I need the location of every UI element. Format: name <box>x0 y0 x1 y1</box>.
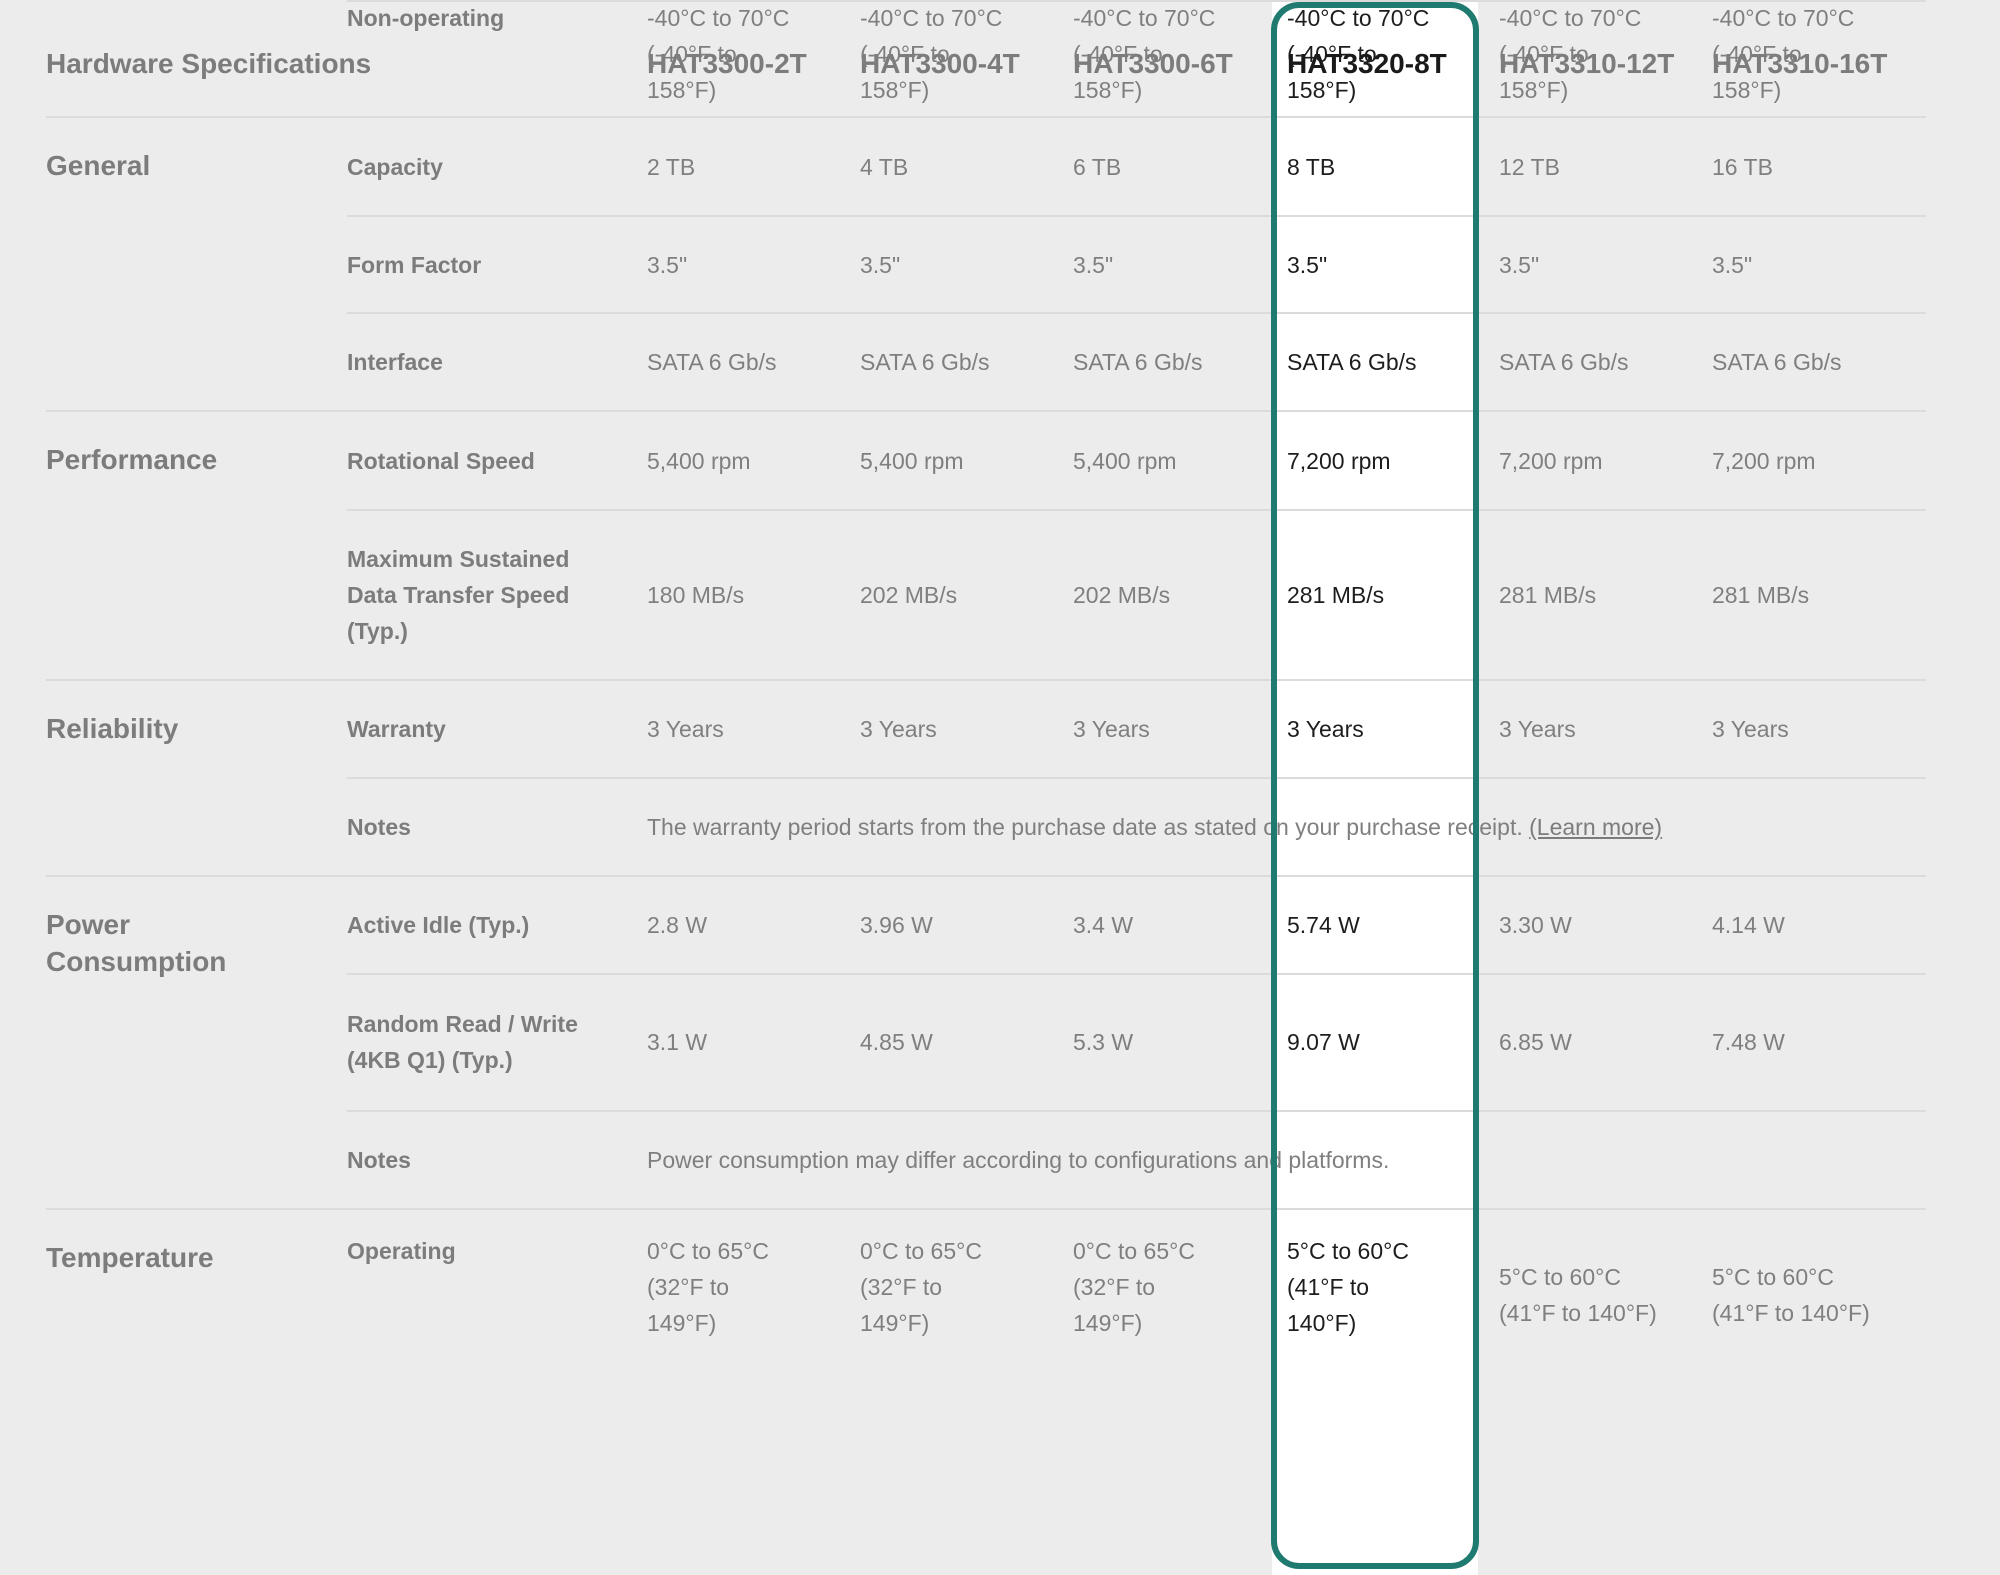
table-cell: 3.30 W <box>1499 912 1572 938</box>
group-label: Reliability <box>46 713 179 744</box>
spec-table: Hardware Specifications HAT3300-2T HAT33… <box>0 0 2000 1575</box>
group-divider <box>46 1208 1926 1210</box>
table-cell: 3 Years <box>1712 716 1789 742</box>
table-cell: 6 TB <box>1073 153 1122 180</box>
group-divider <box>46 679 1926 681</box>
group-divider <box>46 410 1926 412</box>
group-divider <box>46 875 1926 877</box>
table-cell: 5,400 rpm <box>860 447 964 474</box>
learn-more-link[interactable]: (Learn more) <box>1529 814 1662 840</box>
table-cell: 4.14 W <box>1712 912 1785 938</box>
table-cell: 3.5" <box>647 251 688 278</box>
table-cell: 3.5" <box>1499 251 1540 278</box>
group-divider <box>46 116 1926 118</box>
table-cell: 281 MB/s <box>1712 582 1810 608</box>
table-cell: 3 Years <box>1287 716 1364 742</box>
row-divider <box>347 1110 1926 1112</box>
table-cell: 3 Years <box>1073 716 1150 742</box>
row-label: Rotational Speed <box>347 447 535 474</box>
row-label: Random Read / Write (4KB Q1) (Typ.) <box>347 1010 578 1073</box>
table-cell: 3 Years <box>860 716 937 742</box>
table-cell: SATA 6 Gb/s <box>1073 349 1203 375</box>
row-label: Notes <box>347 1147 411 1173</box>
table-cell: 5,400 rpm <box>1073 447 1177 474</box>
row-divider <box>347 777 1926 779</box>
table-cell: -40°C to 70°C (-40°F to 158°F) <box>1712 5 1855 103</box>
row-label: Interface <box>347 349 443 375</box>
table-cell: 5°C to 60°C (41°F to 140°F) <box>1712 1263 1870 1326</box>
table-cell: 7.48 W <box>1712 1028 1785 1055</box>
table-cell: 3 Years <box>647 716 724 742</box>
table-cell: 3.5" <box>1712 251 1753 278</box>
table-cell: 3 Years <box>1499 716 1576 742</box>
table-title: Hardware Specifications <box>46 48 372 79</box>
row-label: Form Factor <box>347 251 482 278</box>
table-cell: -40°C to 70°C (-40°F to 158°F) <box>647 5 790 103</box>
note-text: The warranty period starts from the purc… <box>647 814 1523 840</box>
table-cell: 7,200 rpm <box>1499 447 1603 474</box>
table-cell: 12 TB <box>1499 153 1560 180</box>
table-cell: 3.5" <box>1287 251 1328 278</box>
table-cell: 8 TB <box>1287 153 1336 180</box>
row-note: The warranty period starts from the purc… <box>647 809 1662 845</box>
table-cell: 3.1 W <box>647 1028 708 1055</box>
table-cell: 3.5" <box>1073 251 1114 278</box>
table-cell: 5.74 W <box>1287 912 1360 938</box>
table-cell: 6.85 W <box>1499 1028 1572 1055</box>
table-cell: -40°C to 70°C (-40°F to 158°F) <box>1499 5 1642 103</box>
group-label: General <box>46 150 151 181</box>
row-divider <box>347 509 1926 511</box>
group-label: Power Consumption <box>46 909 227 977</box>
table-cell: 5°C to 60°C (41°F to 140°F) <box>1287 1238 1409 1336</box>
row-label: Active Idle (Typ.) <box>347 912 530 938</box>
table-cell: 7,200 rpm <box>1712 447 1816 474</box>
row-note: Power consumption may differ according t… <box>647 1142 1389 1178</box>
table-cell: 2.8 W <box>647 912 708 938</box>
table-cell: 3.5" <box>860 251 901 278</box>
row-label: Notes <box>347 814 411 840</box>
table-cell: 5°C to 60°C (41°F to 140°F) <box>1499 1263 1657 1326</box>
table-cell: 202 MB/s <box>1073 582 1171 608</box>
table-cell: 7,200 rpm <box>1287 447 1391 474</box>
table-cell: 16 TB <box>1712 153 1773 180</box>
table-cell: -40°C to 70°C (-40°F to 158°F) <box>1287 5 1430 103</box>
group-label: Temperature <box>46 1242 214 1273</box>
row-label: Warranty <box>347 716 446 742</box>
table-cell: 180 MB/s <box>647 582 745 608</box>
table-cell: SATA 6 Gb/s <box>1287 349 1417 375</box>
table-cell: 0°C to 65°C (32°F to 149°F) <box>860 1238 982 1336</box>
row-divider <box>347 973 1926 975</box>
row-label: Capacity <box>347 153 443 180</box>
row-divider <box>347 312 1926 314</box>
table-cell: SATA 6 Gb/s <box>1499 349 1629 375</box>
table-cell: 281 MB/s <box>1287 582 1385 608</box>
table-cell: SATA 6 Gb/s <box>647 349 777 375</box>
table-cell: SATA 6 Gb/s <box>860 349 990 375</box>
table-cell: 0°C to 65°C (32°F to 149°F) <box>647 1238 769 1336</box>
table-cell: 202 MB/s <box>860 582 958 608</box>
table-cell: 4.85 W <box>860 1028 933 1055</box>
table-cell: 3.4 W <box>1073 912 1134 938</box>
table-cell: -40°C to 70°C (-40°F to 158°F) <box>860 5 1003 103</box>
group-label: Performance <box>46 444 218 475</box>
table-cell: 4 TB <box>860 153 909 180</box>
row-divider <box>347 215 1926 217</box>
row-label: Operating <box>347 1238 456 1264</box>
table-cell: 5,400 rpm <box>647 447 751 474</box>
table-cell: 0°C to 65°C (32°F to 149°F) <box>1073 1238 1195 1336</box>
row-label: Non-operating <box>347 5 505 31</box>
note-text: Power consumption may differ according t… <box>647 1147 1390 1173</box>
row-label: Maximum Sustained Data Transfer Speed (Typ… <box>347 546 570 644</box>
table-cell: 2 TB <box>647 153 696 180</box>
table-cell: 281 MB/s <box>1499 582 1597 608</box>
table-cell: 3.96 W <box>860 912 933 938</box>
table-cell: SATA 6 Gb/s <box>1712 349 1842 375</box>
table-cell: -40°C to 70°C (-40°F to 158°F) <box>1073 5 1216 103</box>
table-cell: 9.07 W <box>1287 1028 1360 1055</box>
table-cell: 5.3 W <box>1073 1028 1134 1055</box>
